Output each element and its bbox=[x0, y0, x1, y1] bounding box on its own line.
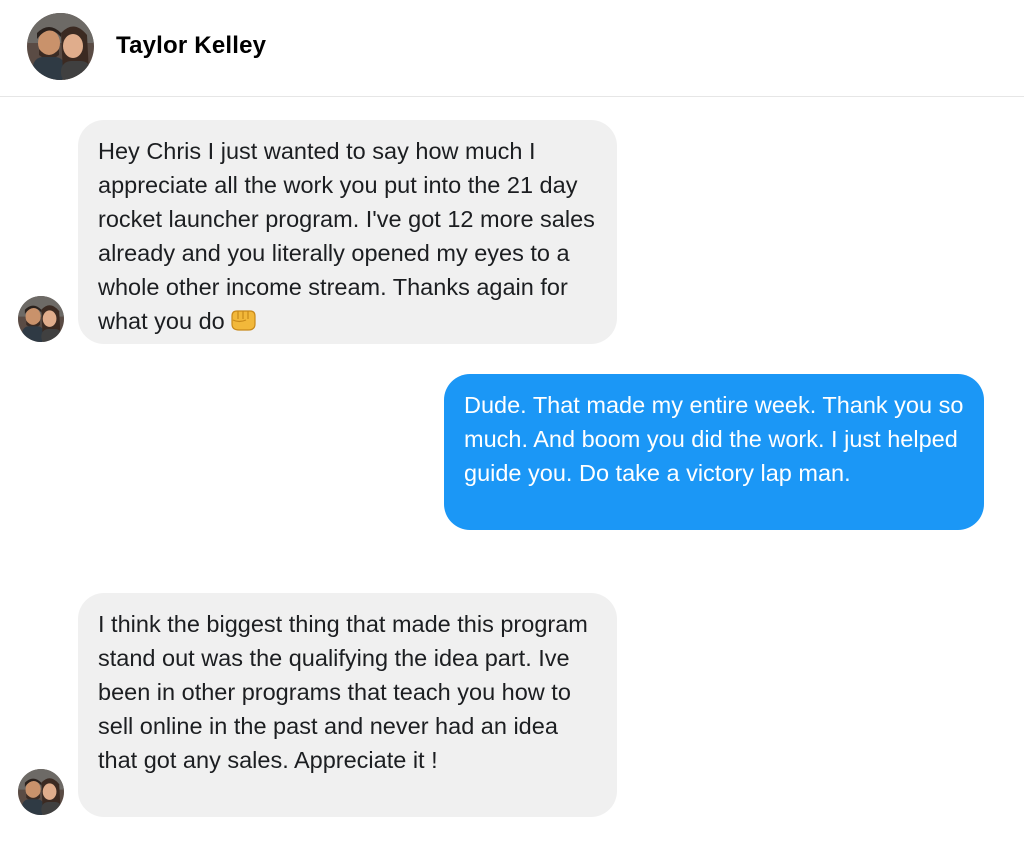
sender-avatar[interactable] bbox=[18, 296, 64, 342]
contact-photo-icon bbox=[18, 296, 64, 342]
sender-avatar[interactable] bbox=[18, 769, 64, 815]
contact-name[interactable]: Taylor Kelley bbox=[116, 32, 266, 60]
message-bubble-incoming[interactable]: Hey Chris I just wanted to say how much … bbox=[78, 120, 617, 344]
oncoming-fist-emoji-icon bbox=[231, 310, 256, 331]
message-text: I think the biggest thing that made this… bbox=[98, 611, 588, 773]
contact-photo-icon bbox=[18, 769, 64, 815]
message-text: Hey Chris I just wanted to say how much … bbox=[98, 138, 595, 334]
message-bubble-outgoing[interactable]: Dude. That made my entire week. Thank yo… bbox=[444, 374, 984, 530]
contact-avatar[interactable] bbox=[27, 13, 94, 80]
contact-photo-icon bbox=[27, 13, 94, 80]
message-text: Dude. That made my entire week. Thank yo… bbox=[464, 392, 964, 486]
chat-header: Taylor Kelley bbox=[0, 0, 1024, 97]
message-bubble-incoming[interactable]: I think the biggest thing that made this… bbox=[78, 593, 617, 817]
